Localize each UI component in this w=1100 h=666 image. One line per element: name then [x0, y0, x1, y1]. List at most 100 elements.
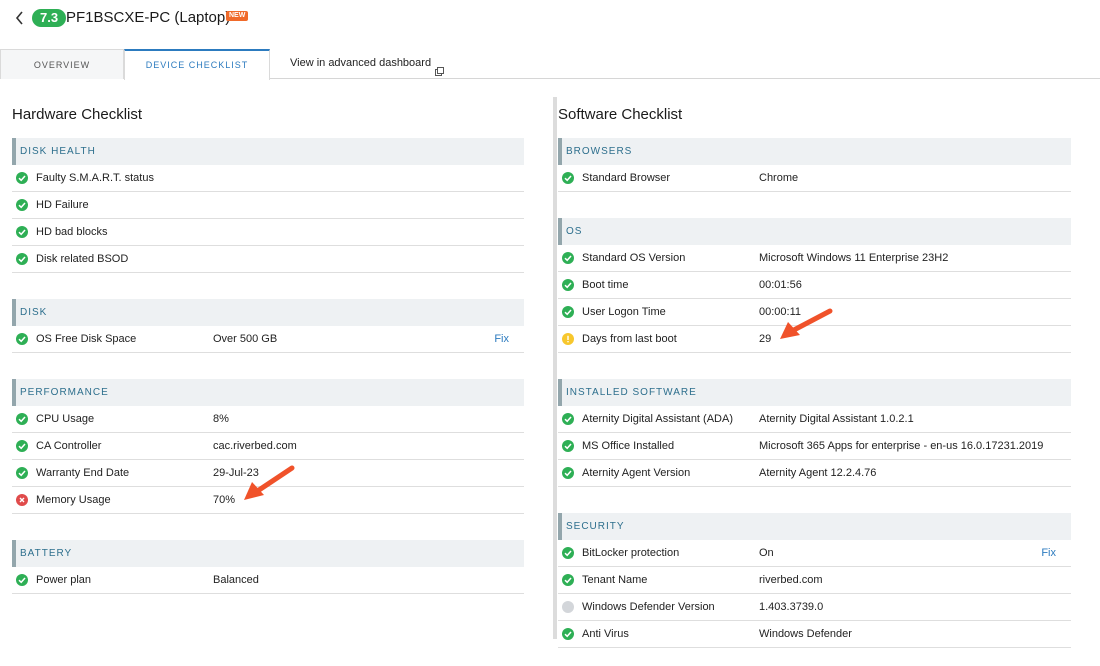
check-value: riverbed.com — [759, 574, 823, 586]
checklist-row: CA Controller cac.riverbed.com — [12, 433, 524, 460]
back-chevron-icon[interactable] — [12, 8, 28, 28]
check-name: Power plan — [36, 574, 92, 586]
check-name: CPU Usage — [36, 413, 95, 425]
check-circle-icon — [562, 252, 574, 264]
check-circle-icon — [16, 574, 28, 586]
checklist-row: Standard Browser Chrome — [558, 165, 1071, 192]
check-name: Disk related BSOD — [36, 253, 129, 265]
check-name: Boot time — [582, 279, 629, 291]
check-name: Memory Usage — [36, 494, 111, 506]
device-score-badge: 7.3 — [32, 9, 67, 27]
checklist-row: Faulty S.M.A.R.T. status — [12, 165, 524, 192]
check-circle-icon — [16, 226, 28, 238]
check-name: Standard OS Version — [582, 252, 686, 264]
tab-device-checklist[interactable]: DEVICE CHECKLIST — [124, 49, 270, 80]
check-name: User Logon Time — [582, 306, 666, 318]
hardware-checklist-panel: Hardware Checklist DISK HEALTH Faulty S.M… — [12, 104, 524, 594]
section-header: BROWSERS — [558, 138, 1071, 165]
checklist-row: Aternity Agent Version Aternity Agent 12.… — [558, 460, 1071, 487]
hardware-checklist-title: Hardware Checklist — [12, 106, 143, 123]
check-value: Aternity Agent 12.2.4.76 — [759, 467, 877, 479]
check-value: 29-Jul-23 — [213, 467, 259, 479]
check-circle-icon — [562, 467, 574, 479]
check-circle-icon — [16, 199, 28, 211]
check-value: 29 — [759, 333, 772, 345]
checklist-row: Anti Virus Windows Defender — [558, 621, 1071, 648]
check-circle-icon — [562, 306, 574, 318]
check-value: cac.riverbed.com — [213, 440, 297, 452]
checklist-row: User Logon Time 00:00:11 — [558, 299, 1071, 326]
device-title: PF1BSCXE-PC (Laptop) — [66, 9, 231, 26]
check-name: MS Office Installed — [582, 440, 675, 452]
checklist-row: OS Free Disk Space Over 500 GB Fix — [12, 326, 524, 353]
fix-link[interactable]: Fix — [494, 326, 509, 352]
section-header: DISK — [12, 299, 524, 326]
check-value: 8% — [213, 413, 229, 425]
fix-link[interactable]: Fix — [1041, 540, 1056, 566]
check-value: Windows Defender — [759, 628, 852, 640]
checklist-row: BitLocker protection On Fix — [558, 540, 1071, 567]
section-header: PERFORMANCE — [12, 379, 524, 406]
check-name: Warranty End Date — [36, 467, 130, 479]
checklist-row: Windows Defender Version 1.403.3739.0 — [558, 594, 1071, 621]
checklist-row: HD Failure — [12, 192, 524, 219]
check-value: 00:01:56 — [759, 279, 802, 291]
check-circle-icon — [16, 467, 28, 479]
section-header: SECURITY — [558, 513, 1071, 540]
check-circle-icon — [562, 547, 574, 559]
software-checklist-panel: Software Checklist BROWSERS Standard Brow… — [558, 104, 1071, 648]
section-header: OS — [558, 218, 1071, 245]
check-name: Days from last boot — [582, 333, 677, 345]
advanced-dashboard-link[interactable]: View in advanced dashboard — [290, 49, 445, 79]
check-value: Microsoft Windows 11 Enterprise 23H2 — [759, 252, 949, 264]
check-value: 00:00:11 — [759, 306, 802, 318]
checklist-row: HD bad blocks — [12, 219, 524, 246]
page-header: 7.3 PF1BSCXE-PC (Laptop) NEW — [0, 0, 1100, 40]
check-circle-icon — [562, 574, 574, 586]
check-name: Anti Virus — [582, 628, 629, 640]
check-value: 70% — [213, 494, 236, 506]
check-circle-icon — [16, 333, 28, 345]
advanced-dashboard-label: View in advanced dashboard — [290, 57, 432, 69]
check-value: Over 500 GB — [213, 333, 278, 345]
section-header: DISK HEALTH — [12, 138, 524, 165]
check-circle-icon — [562, 440, 574, 452]
checklist-row: Tenant Name riverbed.com — [558, 567, 1071, 594]
check-name: Faulty S.M.A.R.T. status — [36, 172, 154, 184]
check-name: Standard Browser — [582, 172, 671, 184]
check-name: OS Free Disk Space — [36, 333, 137, 345]
tab-overview[interactable]: OVERVIEW — [0, 49, 124, 79]
checklist-row: MS Office Installed Microsoft 365 Apps fo… — [558, 433, 1071, 460]
check-name: Aternity Digital Assistant (ADA) — [582, 413, 733, 425]
check-name: Tenant Name — [582, 574, 648, 586]
check-name: Windows Defender Version — [582, 601, 715, 613]
check-value: Balanced — [213, 574, 259, 586]
column-divider — [553, 97, 557, 639]
check-name: CA Controller — [36, 440, 102, 452]
hardware-sections: DISK HEALTH Faulty S.M.A.R.T. status HD Fa… — [12, 138, 524, 594]
tab-bar: OVERVIEW DEVICE CHECKLIST View in advanc… — [0, 49, 1100, 80]
check-circle-icon — [562, 413, 574, 425]
unknown-status-icon — [562, 601, 574, 613]
check-value: Microsoft 365 Apps for enterprise - en-u… — [759, 440, 1044, 452]
check-name: HD Failure — [36, 199, 89, 211]
checklist-row: Warranty End Date 29-Jul-23 — [12, 460, 524, 487]
checklist-row: Power plan Balanced — [12, 567, 524, 594]
check-circle-icon — [562, 628, 574, 640]
checklist-row: Disk related BSOD — [12, 246, 524, 273]
check-value: On — [759, 547, 774, 559]
section-header: INSTALLED SOFTWARE — [558, 379, 1071, 406]
checklist-row: Standard OS Version Microsoft Windows 11 … — [558, 245, 1071, 272]
new-badge: NEW — [226, 11, 249, 21]
check-circle-icon — [16, 253, 28, 265]
check-circle-icon — [16, 440, 28, 452]
check-name: BitLocker protection — [582, 547, 680, 559]
checklist-row: Aternity Digital Assistant (ADA) Aternity… — [558, 406, 1071, 433]
checklist-row: Days from last boot 29 — [558, 326, 1071, 353]
check-value: 1.403.3739.0 — [759, 601, 824, 613]
